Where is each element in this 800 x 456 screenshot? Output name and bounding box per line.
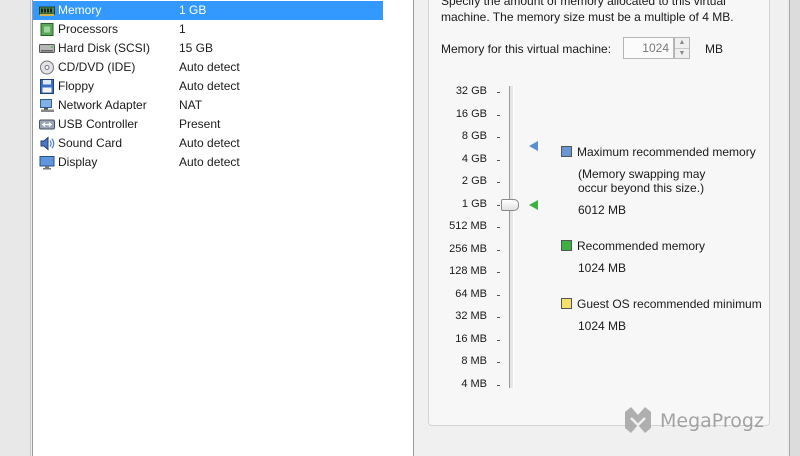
spin-down-icon[interactable]: ▼ <box>675 49 689 59</box>
scale-tick-label: 16 MB <box>455 332 487 345</box>
usb-icon <box>39 117 55 132</box>
scale-tick-label: 512 MB <box>449 220 487 232</box>
guest-minimum-value: 1024 MB <box>578 319 627 333</box>
memory-unit-label: MB <box>705 42 723 56</box>
device-row-usb-controller[interactable]: USB Controller Present <box>33 115 383 134</box>
scale-tick-mark <box>497 317 500 318</box>
scale-tick-label: 1 GB <box>461 197 487 210</box>
device-row-floppy[interactable]: Floppy Auto detect <box>33 77 383 96</box>
scale-tick-mark <box>497 294 500 296</box>
display-icon <box>39 155 55 170</box>
scale-tick-mark <box>497 159 500 161</box>
scale-tick-label: 256 MB <box>449 242 487 255</box>
device-name: Memory <box>58 3 102 17</box>
memory-slider-thumb[interactable] <box>501 198 519 211</box>
device-name: Hard Disk (SCSI) <box>58 41 151 55</box>
scale-tick-mark <box>497 227 500 228</box>
sound-card-icon <box>39 136 55 151</box>
device-name: Network Adapter <box>58 98 147 112</box>
device-summary: Present <box>179 117 221 131</box>
device-row-display[interactable]: Display Auto detect <box>33 153 383 172</box>
device-name: Display <box>58 155 98 169</box>
recommended-value: 1024 MB <box>578 261 627 275</box>
max-recommended-swatch <box>561 146 572 157</box>
device-row-processors[interactable]: Processors 1 <box>33 20 383 39</box>
max-recommended-marker-icon <box>529 141 538 152</box>
megaprogz-logo-icon <box>622 404 654 436</box>
scale-tick-label: 4 MB <box>461 377 487 390</box>
device-summary: 1 GB <box>179 3 207 17</box>
scale-tick-label: 4 GB <box>461 152 487 165</box>
scale-tick-mark <box>497 362 500 363</box>
window-frame-right <box>789 0 800 456</box>
max-recommended-note-1: (Memory swapping may <box>578 167 706 181</box>
device-summary: Auto detect <box>179 60 240 74</box>
device-summary: 1 <box>179 22 186 36</box>
scale-tick-mark <box>497 384 500 386</box>
memory-description-line-2: machine. The memory size must be a multi… <box>441 10 734 24</box>
scale-tick-label: 16 GB <box>455 107 487 120</box>
hard-disk-icon <box>39 41 55 56</box>
device-name: CD/DVD (IDE) <box>58 60 136 74</box>
device-name: Floppy <box>58 79 95 93</box>
window-frame-left <box>0 0 31 456</box>
scale-tick-label: 2 GB <box>461 175 487 187</box>
device-name: Processors <box>58 22 119 36</box>
scale-tick-label: 8 MB <box>461 355 487 367</box>
device-name: USB Controller <box>58 117 139 131</box>
scale-tick-mark <box>497 204 500 206</box>
memory-settings-panel: Specify the amount of memory allocated t… <box>428 0 770 426</box>
memory-slider-track[interactable] <box>509 86 514 388</box>
recommended-swatch <box>561 240 572 251</box>
scale-tick-mark <box>497 114 500 116</box>
scale-tick-mark <box>497 137 500 138</box>
watermark-text: MegaProgz <box>660 410 764 432</box>
device-row-sound-card[interactable]: Sound Card Auto detect <box>33 134 383 153</box>
memory-size-input[interactable] <box>623 37 674 59</box>
max-recommended-value: 6012 MB <box>578 203 627 217</box>
device-summary: NAT <box>179 98 203 112</box>
memory-description: Specify the amount of memory allocated t… <box>441 0 761 25</box>
memory-spinner[interactable]: ▲ ▼ <box>674 37 690 59</box>
memory-icon <box>39 3 55 18</box>
memory-field-label: Memory for this virtual machine: <box>441 42 612 56</box>
max-recommended-note-2: occur beyond this size.) <box>578 181 705 195</box>
device-row-cd-dvd[interactable]: CD/DVD (IDE) Auto detect <box>33 58 383 77</box>
device-summary: Auto detect <box>179 155 240 169</box>
scale-tick-mark <box>497 182 500 183</box>
scale-tick-mark <box>497 249 500 251</box>
scale-tick-mark <box>497 339 500 341</box>
scale-tick-label: 8 GB <box>461 130 487 142</box>
guest-minimum-swatch <box>561 298 572 309</box>
device-row-hard-disk[interactable]: Hard Disk (SCSI) 15 GB <box>33 39 383 58</box>
scale-tick-label: 32 MB <box>455 310 487 322</box>
recommended-marker-icon <box>529 199 538 210</box>
device-row-memory[interactable]: Memory 1 GB <box>33 1 383 20</box>
floppy-icon <box>39 79 55 94</box>
recommended-title: Recommended memory <box>577 239 706 253</box>
device-list: Memory 1 GB Processors 1 Hard Disk (SCSI… <box>32 0 414 456</box>
max-recommended-title: Maximum recommended memory <box>577 145 756 159</box>
scale-tick-mark <box>497 92 500 93</box>
guest-minimum-title: Guest OS recommended minimum <box>577 297 762 311</box>
processor-icon <box>39 22 55 37</box>
device-summary: Auto detect <box>179 136 240 150</box>
scale-tick-mark <box>497 272 500 273</box>
network-adapter-icon <box>39 98 55 113</box>
device-name: Sound Card <box>58 136 123 150</box>
scale-tick-label: 32 GB <box>455 85 487 97</box>
memory-description-line-1: Specify the amount of memory allocated t… <box>441 0 726 8</box>
spin-up-icon[interactable]: ▲ <box>675 38 689 49</box>
device-summary: 15 GB <box>179 41 214 55</box>
scale-tick-label: 64 MB <box>455 287 487 300</box>
device-row-network-adapter[interactable]: Network Adapter NAT <box>33 96 383 115</box>
scale-tick-label: 128 MB <box>449 265 487 277</box>
device-summary: Auto detect <box>179 79 240 93</box>
cd-dvd-icon <box>39 60 55 75</box>
